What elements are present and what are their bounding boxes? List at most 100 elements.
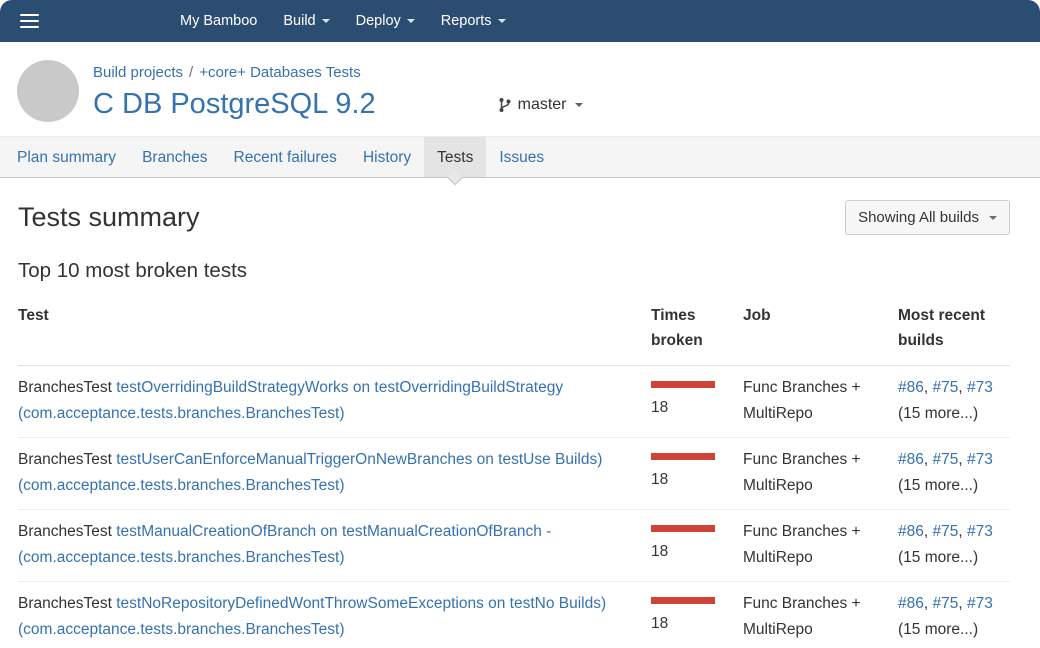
plan-header-text: Build projects / +core+ Databases Tests C …	[93, 60, 583, 121]
broken-bar	[651, 381, 715, 388]
page-title: Tests summary	[18, 202, 200, 233]
test-cell: BranchesTest testUserCanEnforceManualTri…	[18, 438, 651, 510]
recent-builds-cell: #86, #75, #73 (15 more...)	[898, 582, 1010, 648]
branch-selector[interactable]: master	[498, 96, 583, 114]
separator: ,	[924, 451, 933, 468]
tab-recent-failures[interactable]: Recent failures	[221, 137, 350, 177]
test-cell: BranchesTest testNoRepositoryDefinedWont…	[18, 582, 651, 648]
heading-row: Tests summary Showing All builds	[18, 200, 1010, 235]
broken-bar	[651, 525, 715, 532]
job-cell: Func Branches + MultiRepo	[743, 582, 898, 648]
nav-build[interactable]: Build	[270, 0, 342, 42]
job-cell: Func Branches + MultiRepo	[743, 510, 898, 582]
recent-builds-cell: #86, #75, #73 (15 more...)	[898, 510, 1010, 582]
separator: ,	[924, 523, 933, 540]
times-broken-cell: 18	[651, 438, 743, 510]
chevron-down-icon	[407, 19, 415, 23]
more-builds: (15 more...)	[898, 549, 978, 566]
build-link[interactable]: #73	[967, 523, 993, 540]
main-content: Tests summary Showing All builds Top 10 …	[0, 178, 1040, 648]
column-header-times-broken: Times broken	[651, 295, 743, 366]
broken-bar	[651, 453, 715, 460]
times-broken-value: 18	[651, 615, 668, 632]
job-cell: Func Branches + MultiRepo	[743, 438, 898, 510]
build-filter-button[interactable]: Showing All builds	[845, 200, 1010, 235]
recent-builds-cell: #86, #75, #73 (15 more...)	[898, 366, 1010, 438]
column-header-job: Job	[743, 295, 898, 366]
top-navigation: My Bamboo Build Deploy Reports	[0, 0, 1040, 42]
test-class-name: BranchesTest	[18, 523, 112, 540]
nav-deploy[interactable]: Deploy	[343, 0, 428, 42]
build-link[interactable]: #86	[898, 595, 924, 612]
nav-my-bamboo[interactable]: My Bamboo	[167, 0, 270, 42]
recent-builds-cell: #86, #75, #73 (15 more...)	[898, 438, 1010, 510]
tab-plan-summary[interactable]: Plan summary	[4, 137, 129, 177]
table-row: BranchesTest testOverridingBuildStrategy…	[18, 366, 1010, 438]
table-row: BranchesTest testNoRepositoryDefinedWont…	[18, 582, 1010, 648]
chevron-down-icon	[498, 19, 506, 23]
column-header-most-recent-builds: Most recent builds	[898, 295, 1010, 366]
title-row: C DB PostgreSQL 9.2 master	[93, 88, 583, 121]
branch-name: master	[518, 96, 567, 114]
build-link[interactable]: #75	[933, 595, 959, 612]
separator: ,	[958, 523, 967, 540]
nav-label: Reports	[441, 0, 492, 42]
times-broken-value: 18	[651, 399, 668, 416]
broken-bar	[651, 597, 715, 604]
plan-header: Build projects / +core+ Databases Tests C …	[0, 42, 1040, 136]
branch-icon	[498, 97, 511, 113]
build-link[interactable]: #86	[898, 451, 924, 468]
build-link[interactable]: #86	[898, 379, 924, 396]
build-filter-label: Showing All builds	[858, 209, 979, 226]
test-cell: BranchesTest testOverridingBuildStrategy…	[18, 366, 651, 438]
nav-label: Deploy	[356, 0, 401, 42]
test-class-name: BranchesTest	[18, 451, 112, 468]
test-class-name: BranchesTest	[18, 595, 112, 612]
separator: ,	[924, 595, 933, 612]
chevron-down-icon	[322, 19, 330, 23]
separator: ,	[958, 595, 967, 612]
job-cell: Func Branches + MultiRepo	[743, 366, 898, 438]
separator: ,	[958, 379, 967, 396]
separator: ,	[924, 379, 933, 396]
nav-label: My Bamboo	[180, 0, 257, 42]
more-builds: (15 more...)	[898, 621, 978, 638]
separator: ,	[958, 451, 967, 468]
times-broken-cell: 18	[651, 510, 743, 582]
table-header-row: Test Times broken Job Most recent builds	[18, 295, 1010, 366]
table-row: BranchesTest testManualCreationOfBranch …	[18, 510, 1010, 582]
nav-reports[interactable]: Reports	[428, 0, 519, 42]
breadcrumb-separator: /	[189, 64, 193, 81]
section-title: Top 10 most broken tests	[18, 259, 1010, 283]
build-link[interactable]: #75	[933, 523, 959, 540]
build-link[interactable]: #73	[967, 595, 993, 612]
build-link[interactable]: #86	[898, 523, 924, 540]
breadcrumb-build-projects[interactable]: Build projects	[93, 64, 183, 81]
tab-history[interactable]: History	[350, 137, 424, 177]
more-builds: (15 more...)	[898, 405, 978, 422]
more-builds: (15 more...)	[898, 477, 978, 494]
build-link[interactable]: #75	[933, 379, 959, 396]
times-broken-cell: 18	[651, 582, 743, 648]
times-broken-value: 18	[651, 471, 668, 488]
test-class-name: BranchesTest	[18, 379, 112, 396]
test-cell: BranchesTest testManualCreationOfBranch …	[18, 510, 651, 582]
chevron-down-icon	[575, 103, 583, 107]
nav-menu: My Bamboo Build Deploy Reports	[167, 0, 519, 42]
build-link[interactable]: #75	[933, 451, 959, 468]
plan-tab-bar: Plan summary Branches Recent failures Hi…	[0, 136, 1040, 178]
broken-tests-table: Test Times broken Job Most recent builds…	[18, 295, 1010, 648]
tab-tests[interactable]: Tests	[424, 137, 486, 177]
table-row: BranchesTest testUserCanEnforceManualTri…	[18, 438, 1010, 510]
tab-issues[interactable]: Issues	[486, 137, 557, 177]
chevron-down-icon	[989, 216, 997, 220]
hamburger-menu-icon[interactable]	[20, 10, 39, 32]
project-avatar	[17, 60, 79, 122]
breadcrumb: Build projects / +core+ Databases Tests	[93, 64, 583, 81]
breadcrumb-project[interactable]: +core+ Databases Tests	[199, 64, 360, 81]
build-link[interactable]: #73	[967, 451, 993, 468]
tab-branches[interactable]: Branches	[129, 137, 220, 177]
build-link[interactable]: #73	[967, 379, 993, 396]
plan-title: C DB PostgreSQL 9.2	[93, 88, 376, 121]
times-broken-cell: 18	[651, 366, 743, 438]
